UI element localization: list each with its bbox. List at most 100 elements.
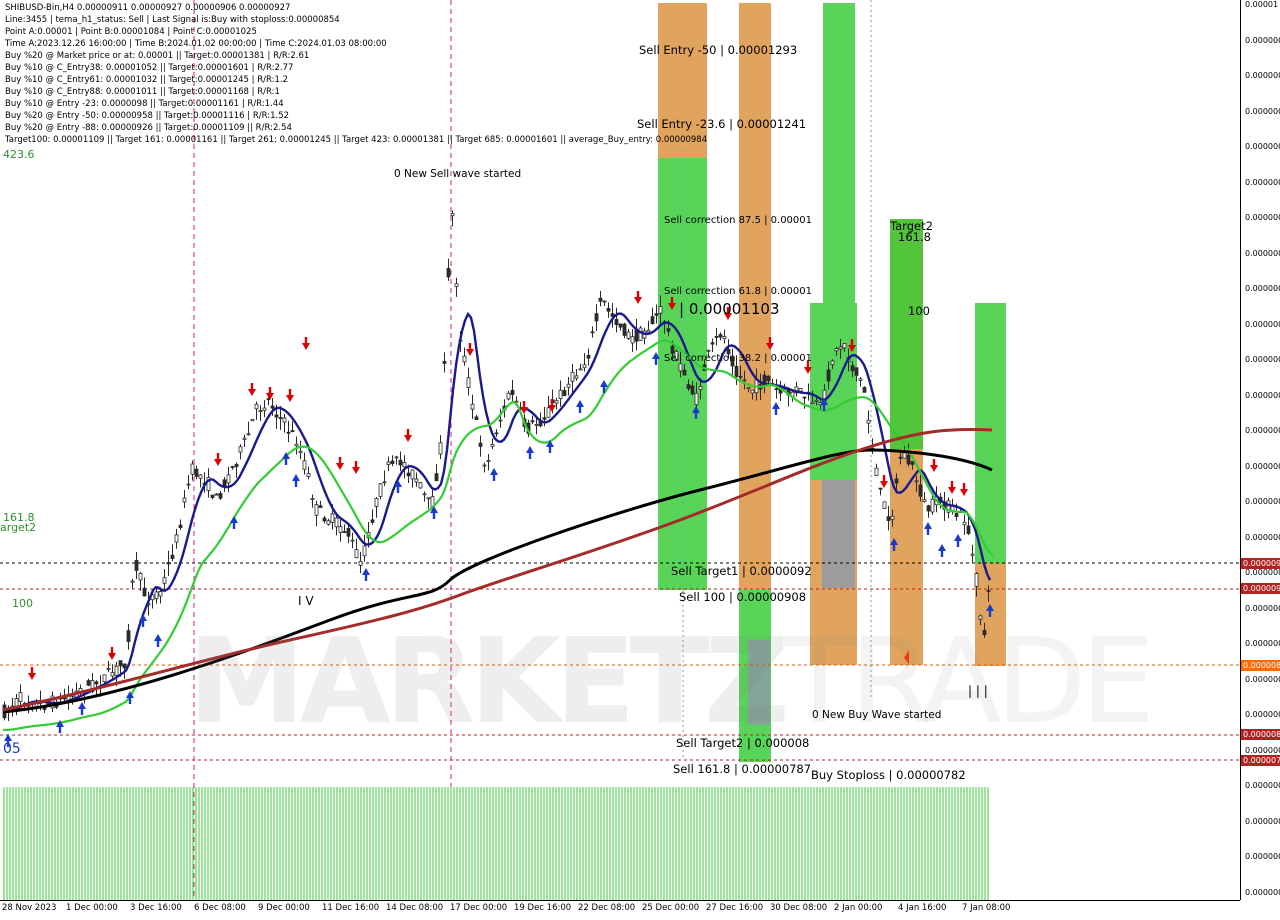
left-label-05: 05 (3, 741, 21, 757)
x-tick-label: 4 Jan 16:00 (898, 903, 947, 913)
candle-body (290, 430, 295, 432)
candle-body (646, 329, 651, 333)
zone-box (823, 3, 855, 303)
candle-body (318, 505, 323, 508)
candle-body (194, 468, 199, 477)
price-box: 0.000009 (1241, 558, 1280, 569)
sell-arrow (28, 667, 36, 680)
info-line: Target100: 0.00001109 || Target 161: 0.0… (5, 135, 708, 145)
candle-body (418, 482, 423, 489)
candle-body (426, 497, 431, 500)
candle-body (902, 452, 907, 459)
candle-body (714, 336, 719, 338)
candle-body (838, 346, 843, 350)
candle-body (766, 375, 771, 382)
candle-body (294, 443, 299, 447)
level-buy-stoploss: Buy Stoploss | 0.00000782 (811, 768, 966, 782)
candle-body (218, 493, 223, 499)
candle-body (498, 419, 503, 422)
x-tick-label: 28 Nov 2023 (2, 903, 57, 913)
candle-body (414, 478, 419, 483)
level-big-value: | 0.00001103 (679, 300, 780, 318)
y-tick-label: 0.000000 (1245, 355, 1280, 364)
left-label-4236: 423.6 (3, 148, 35, 161)
info-line: Buy %10 @ C_Entry61: 0.00001032 || Targe… (5, 75, 289, 85)
candle-body (882, 501, 887, 509)
candle-body (566, 383, 571, 388)
candle-body (350, 539, 355, 542)
sell-arrow (466, 343, 474, 356)
candle-body (734, 365, 739, 377)
info-line: Point A:0.00001 | Point B:0.00001084 | P… (5, 27, 257, 37)
x-tick-label: 2 Jan 00:00 (834, 903, 883, 913)
candle-body (174, 534, 179, 543)
candle-body (630, 336, 635, 344)
candle-body (570, 371, 575, 382)
y-tick-label: 0.000000 (1245, 390, 1280, 400)
y-tick-label: 0.000000 (1245, 568, 1280, 577)
y-tick-label: 0.000000 (1245, 142, 1280, 151)
candle-body (914, 480, 919, 483)
candle-body (242, 437, 247, 440)
candle-body (250, 419, 255, 422)
candle-body (710, 342, 715, 345)
candle-body (94, 681, 99, 685)
candle-body (346, 527, 351, 537)
candle-body (802, 396, 807, 399)
x-tick-label: 19 Dec 16:00 (514, 903, 572, 913)
candle-body (306, 473, 311, 477)
y-tick-label: 0.000000 (1245, 71, 1280, 80)
candle-body (274, 414, 279, 418)
sell-arrow (108, 647, 116, 660)
sell-arrow (302, 337, 310, 350)
y-tick-label: 0.000000 (1245, 284, 1280, 293)
candle-body (18, 692, 23, 702)
info-line: Buy %20 @ Entry -50: 0.00000958 || Targe… (5, 111, 290, 121)
candle-body (210, 494, 215, 498)
candle-body (166, 562, 171, 565)
candle-body (742, 379, 747, 382)
candle-body (618, 323, 623, 328)
x-tick-label: 30 Dec 08:00 (770, 903, 828, 913)
candle-body (246, 433, 251, 436)
buy-arrow (292, 474, 300, 487)
info-line: Time A:2023.12.26 16:00:00 | Time B:2024… (5, 39, 387, 49)
bars-label: | | | (968, 684, 988, 698)
candle-body (722, 336, 727, 340)
y-tick-label: 0.000000 (1245, 887, 1280, 897)
candle-body (622, 323, 627, 336)
buy-arrow (154, 634, 162, 647)
x-tick-label: 25 Dec 00:00 (642, 903, 700, 913)
candle-body (962, 521, 967, 526)
candle-body (326, 520, 331, 525)
candle-body (118, 660, 123, 667)
candle-body (774, 388, 779, 390)
candle-body (854, 367, 859, 376)
candle-body (750, 389, 755, 394)
candle-body (718, 334, 723, 338)
symbol-header: SHIBUSD-Bin,H4 0.00000911 0.00000927 0.0… (5, 3, 291, 13)
candle-body (826, 369, 831, 382)
candle-body (462, 355, 467, 363)
candle-body (378, 483, 383, 497)
candle-body (322, 517, 327, 522)
candle-body (746, 387, 751, 390)
watermark: MARKETZTRADE (188, 612, 1155, 750)
y-tick-label: 0.000000 (1245, 532, 1280, 542)
candle-body (374, 498, 379, 507)
candle-body (970, 553, 975, 556)
candle-body (918, 484, 923, 497)
candle-body (110, 672, 115, 677)
sell-arrow (286, 389, 294, 402)
candle-body (270, 405, 275, 409)
info-line: Buy %20 @ Market price or at: 0.00001 ||… (5, 51, 310, 61)
x-axis-line (0, 900, 1240, 901)
candle-body (198, 474, 203, 479)
level-sell-target1: Sell Target1 | 0.0000092 (671, 564, 812, 578)
level-sell-entry-236: Sell Entry -23.6 | 0.00001241 (637, 117, 807, 131)
x-tick-label: 1 Dec 00:00 (66, 903, 118, 913)
y-tick-label: 0.000000 (1245, 213, 1280, 222)
candle-body (130, 580, 135, 583)
y-tick-label: 0.000000 (1245, 106, 1280, 116)
candle-body (390, 460, 395, 464)
